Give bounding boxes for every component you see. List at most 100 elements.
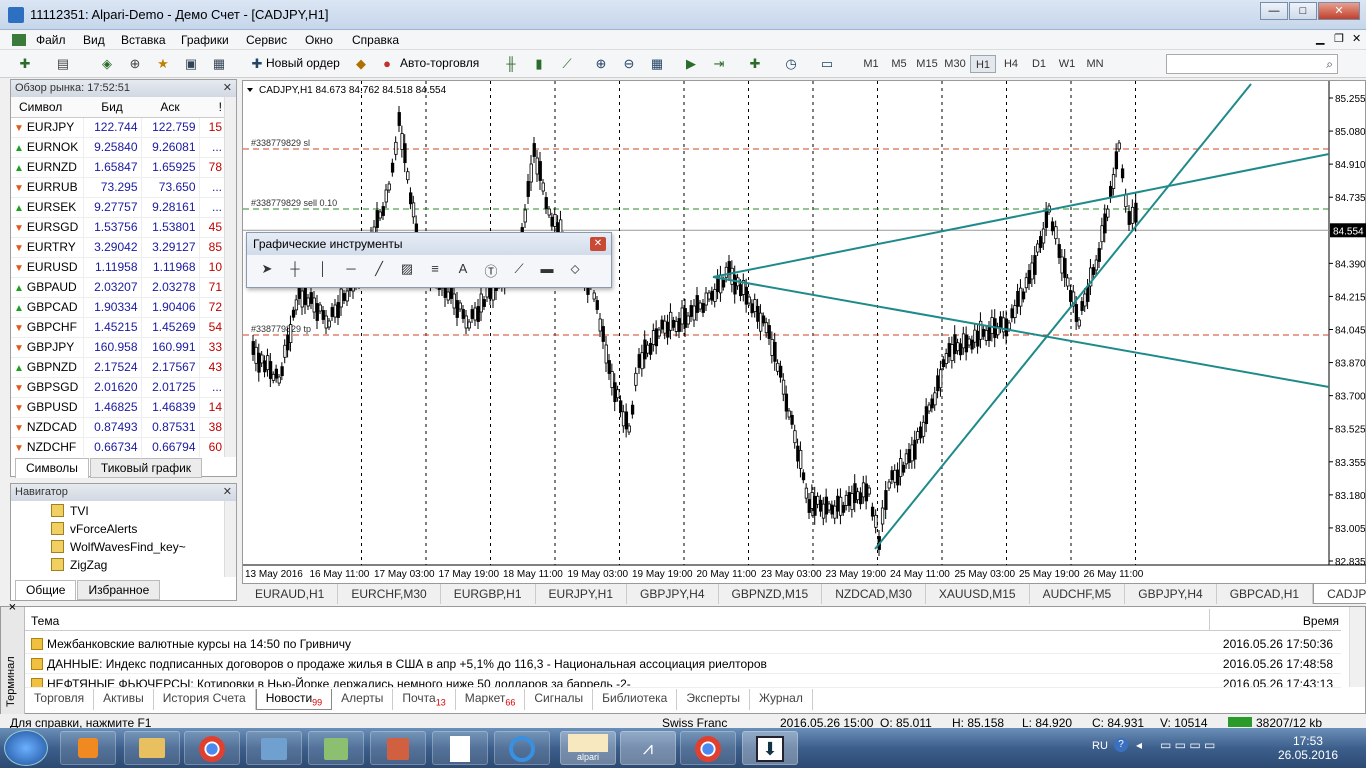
terminal-icon[interactable]: ▣	[180, 54, 202, 74]
tf-m1[interactable]: M1	[858, 55, 884, 73]
tf-m30[interactable]: M30	[942, 55, 968, 73]
chrome-icon[interactable]	[680, 731, 736, 765]
terminal-tab[interactable]: Библиотека	[593, 689, 678, 711]
line-chart-icon[interactable]: ⟋	[556, 54, 578, 74]
close-icon[interactable]: ✕	[223, 485, 232, 498]
col-ask[interactable]: Аск	[141, 97, 199, 118]
maximize-button[interactable]: □	[1289, 2, 1317, 20]
menu-file[interactable]: Файл	[36, 33, 66, 47]
market-watch-row[interactable]: ▼ GBPJPY 160.958 160.991 33	[11, 337, 225, 358]
menu-window[interactable]: Окно	[305, 33, 333, 47]
equidistant-channel-icon[interactable]: ▨	[393, 261, 421, 280]
col-bid[interactable]: Бид	[83, 97, 141, 118]
menu-view[interactable]: Вид	[83, 33, 105, 47]
speaker-icon[interactable]	[370, 731, 426, 765]
arrows-icon[interactable]: ⬦	[561, 261, 589, 280]
market-watch-row[interactable]: ▲ GBPNZD 2.17524 2.17567 43	[11, 357, 225, 378]
tf-m5[interactable]: M5	[886, 55, 912, 73]
new-order-button[interactable]: Новый ордер	[266, 56, 340, 70]
menu-insert[interactable]: Вставка	[121, 33, 166, 47]
market-watch-row[interactable]: ▼ NZDCHF 0.66734 0.66794 60	[11, 437, 225, 457]
col-topic[interactable]: Тема	[31, 614, 59, 628]
market-watch-row[interactable]: ▼ EURRUB 73.295 73.650...	[11, 177, 225, 198]
explorer-icon[interactable]	[124, 731, 180, 765]
language-indicator[interactable]: RU	[1092, 740, 1108, 752]
chart-tab[interactable]: EURGBP,H1	[441, 584, 536, 604]
mdi-restore-icon[interactable]: ❐	[1334, 32, 1344, 45]
horizontal-line-icon[interactable]: ─	[337, 261, 365, 280]
trendline-icon[interactable]: ╱	[365, 261, 393, 280]
close-icon[interactable]: ✕	[590, 237, 606, 251]
market-watch-row[interactable]: ▲ EURNOK 9.25840 9.26081...	[11, 137, 225, 158]
metatrader-icon[interactable]: ⩘	[620, 731, 676, 765]
navigator-item[interactable]: TVI	[51, 502, 186, 520]
market-watch-icon[interactable]: ◈	[96, 54, 118, 74]
zoom-out-icon[interactable]: ⊖	[618, 54, 640, 74]
new-order-icon[interactable]: ✚	[246, 54, 268, 74]
autotrading-button[interactable]: Авто-торговля	[400, 56, 479, 70]
help-icon[interactable]: ?	[1114, 738, 1128, 752]
mdi-close-icon[interactable]: ✕	[1352, 32, 1361, 45]
tf-d1[interactable]: D1	[1026, 55, 1052, 73]
market-watch-row[interactable]: ▼ GBPCHF 1.45215 1.45269 54	[11, 317, 225, 338]
terminal-tab[interactable]: Маркет66	[456, 689, 526, 711]
col-symbol[interactable]: Символ	[11, 97, 83, 118]
chart-tab-active[interactable]: CADJPY,H1	[1313, 584, 1366, 604]
data-window-icon[interactable]: ⊕	[124, 54, 146, 74]
download-app-icon[interactable]: ⬇	[742, 731, 798, 765]
bar-chart-icon[interactable]: ╫	[500, 54, 522, 74]
text-label-icon[interactable]: Ⓣ	[477, 261, 505, 280]
tab-favorites[interactable]: Избранное	[77, 580, 161, 600]
chart-tab[interactable]: GBPCAD,H1	[1217, 584, 1314, 604]
close-icon[interactable]: ✕	[223, 81, 232, 94]
chart-shift-icon[interactable]: ⇥	[708, 54, 730, 74]
close-button[interactable]: ✕	[1318, 2, 1360, 20]
navigator-item[interactable]: ZigZag	[51, 556, 186, 574]
media-player-icon[interactable]	[60, 731, 116, 765]
terminal-tab[interactable]: Сигналы	[525, 689, 594, 711]
price-chart[interactable]: 85.255 85.080 84.910 84.735 84.554 84.390 84.2…	[243, 81, 1366, 585]
tile-windows-icon[interactable]: ▦	[646, 54, 668, 74]
terminal-tab[interactable]: Алерты	[332, 689, 394, 711]
rectangle-icon[interactable]: ▬	[533, 261, 561, 280]
market-watch-row[interactable]: ▲ GBPCAD 1.90334 1.90406 72	[11, 297, 225, 318]
navigator-scrollbar[interactable]	[224, 501, 236, 577]
tf-m15[interactable]: M15	[914, 55, 940, 73]
templates-icon[interactable]: ▭	[816, 54, 838, 74]
cursor-icon[interactable]: ➤	[253, 261, 281, 280]
minimize-button[interactable]: —	[1260, 2, 1288, 20]
chart-tab[interactable]: EURCHF,M30	[338, 584, 441, 604]
chart-tab[interactable]: GBPJPY,H4	[1125, 584, 1217, 604]
terminal-tab[interactable]: Эксперты	[677, 689, 751, 711]
document-icon[interactable]	[432, 731, 488, 765]
mdi-minimize-icon[interactable]: ▁	[1316, 32, 1324, 45]
chart-window[interactable]: 85.255 85.080 84.910 84.735 84.554 84.390 84.2…	[242, 80, 1366, 584]
search-input[interactable]: ⌕	[1166, 54, 1338, 74]
navigator-icon[interactable]: ★	[152, 54, 174, 74]
tab-tick-chart[interactable]: Тиковый график	[89, 458, 203, 478]
volume-icon[interactable]: ◂	[1136, 738, 1142, 752]
market-watch-row[interactable]: ▲ GBPAUD 2.03207 2.03278 71	[11, 277, 225, 298]
tab-general[interactable]: Общие	[15, 580, 77, 600]
alpari-icon[interactable]: alpari	[560, 731, 616, 765]
menu-tools[interactable]: Сервис	[246, 33, 287, 47]
metaeditor-icon[interactable]: ◆	[350, 54, 372, 74]
zoom-in-icon[interactable]: ⊕	[590, 54, 612, 74]
fibo-fan-icon[interactable]: ⟋	[505, 261, 533, 280]
market-watch-scrollbar[interactable]	[224, 97, 236, 457]
market-watch-row[interactable]: ▲ EURSEK 9.27757 9.28161...	[11, 197, 225, 218]
vertical-line-icon[interactable]: │	[309, 261, 337, 280]
tf-h1[interactable]: H1	[970, 55, 996, 73]
terminal-tab[interactable]: Журнал	[750, 689, 813, 711]
terminal-tab[interactable]: Активы	[94, 689, 154, 711]
fibonacci-icon[interactable]: ≡	[421, 261, 449, 280]
market-watch-row[interactable]: ▼ GBPUSD 1.46825 1.46839 14	[11, 397, 225, 418]
news-row[interactable]: ДАННЫЕ: Индекс подписанных договоров о п…	[25, 654, 1341, 674]
start-button[interactable]	[4, 730, 48, 766]
tab-symbols[interactable]: Символы	[15, 458, 89, 478]
profiles-icon[interactable]: ▤	[52, 54, 74, 74]
tray-icons[interactable]: ▭ ▭ ▭ ▭	[1160, 738, 1215, 752]
search-icon[interactable]: ⌕	[1326, 57, 1333, 72]
market-watch-row[interactable]: ▼ NZDCAD 0.87493 0.87531 38	[11, 417, 225, 438]
clock[interactable]: 17:53 26.05.2016	[1278, 734, 1338, 762]
